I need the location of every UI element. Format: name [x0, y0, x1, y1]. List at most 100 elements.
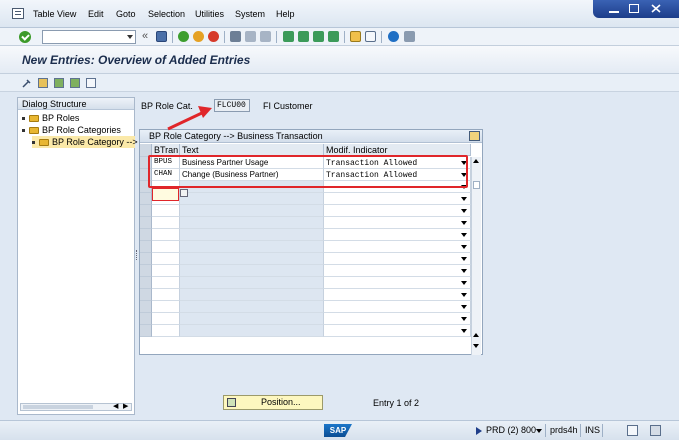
horizontal-scrollbar[interactable]: ◀ ▶	[20, 403, 132, 411]
menu-goto[interactable]: Goto	[116, 9, 136, 19]
first-page-icon[interactable]	[283, 31, 294, 42]
chevron-down-icon[interactable]	[536, 429, 542, 433]
chevron-down-icon[interactable]	[127, 35, 133, 39]
delete-icon[interactable]	[70, 78, 80, 88]
btran-cell[interactable]	[152, 205, 180, 217]
undo-change-icon[interactable]	[86, 78, 96, 88]
chevron-down-icon[interactable]	[461, 281, 467, 285]
chevron-down-icon[interactable]	[461, 293, 467, 297]
btran-cell[interactable]	[152, 253, 180, 265]
row-selector[interactable]	[140, 241, 152, 253]
row-selector[interactable]	[140, 289, 152, 301]
previous-page-icon[interactable]	[298, 31, 309, 42]
find-next-icon[interactable]	[260, 31, 271, 42]
menu-help[interactable]: Help	[276, 9, 295, 19]
row-selector[interactable]	[140, 313, 152, 325]
tree-item-bp-role-categories[interactable]: BP Role Categories	[22, 124, 121, 136]
chevron-down-icon[interactable]	[461, 305, 467, 309]
btran-cell[interactable]	[152, 325, 180, 337]
lock-icon[interactable]	[650, 425, 661, 436]
btran-cell[interactable]	[152, 301, 180, 313]
back-icon[interactable]	[178, 31, 189, 42]
tree-item-bp-role-category-selected[interactable]: BP Role Category -->	[32, 136, 138, 148]
row-selector[interactable]	[140, 325, 152, 337]
btran-cell[interactable]	[152, 229, 180, 241]
copy-as-icon[interactable]	[54, 78, 64, 88]
connection-icon[interactable]	[627, 425, 638, 436]
help-icon[interactable]	[388, 31, 399, 42]
modif-indicator-dropdown[interactable]	[324, 265, 471, 277]
enter-icon[interactable]	[19, 31, 31, 43]
menu-system[interactable]: System	[235, 9, 265, 19]
menu-utilities[interactable]: Utilities	[195, 9, 224, 19]
scroll-down-icon[interactable]	[473, 344, 479, 348]
menu-selection[interactable]: Selection	[148, 9, 185, 19]
row-selector[interactable]	[140, 253, 152, 265]
last-page-icon[interactable]	[328, 31, 339, 42]
btran-cell[interactable]	[152, 265, 180, 277]
modif-indicator-dropdown[interactable]	[324, 325, 471, 337]
table-settings-icon[interactable]	[469, 131, 480, 141]
customize-layout-icon[interactable]	[404, 31, 415, 42]
chevron-down-icon[interactable]	[461, 329, 467, 333]
vertical-scrollbar[interactable]	[471, 157, 481, 355]
shortcut-icon[interactable]	[365, 31, 376, 42]
row-selector[interactable]	[140, 193, 152, 205]
tree-item-bp-roles[interactable]: BP Roles	[22, 112, 79, 124]
minimize-icon[interactable]	[609, 4, 619, 13]
modif-indicator-dropdown[interactable]	[324, 217, 471, 229]
insert-mode[interactable]: INS	[585, 425, 600, 435]
scroll-up-icon[interactable]	[473, 159, 479, 163]
btran-cell[interactable]	[152, 289, 180, 301]
modif-indicator-dropdown[interactable]	[324, 313, 471, 325]
chevron-down-icon[interactable]	[461, 269, 467, 273]
modif-indicator-dropdown[interactable]	[324, 289, 471, 301]
menu-table-view[interactable]: Table View	[33, 9, 76, 19]
new-session-icon[interactable]	[350, 31, 361, 42]
value-help-icon[interactable]	[180, 189, 188, 197]
row-selector[interactable]	[140, 265, 152, 277]
modif-indicator-dropdown[interactable]	[324, 193, 471, 205]
btran-cell[interactable]	[152, 313, 180, 325]
exit-icon[interactable]	[193, 31, 204, 42]
scroll-up-icon[interactable]	[473, 333, 479, 337]
btran-cell[interactable]	[152, 217, 180, 229]
modif-indicator-dropdown[interactable]	[324, 253, 471, 265]
close-icon[interactable]	[651, 4, 661, 13]
command-field[interactable]	[42, 30, 136, 44]
scrollbar-thumb[interactable]	[23, 405, 93, 409]
chevron-down-icon[interactable]	[461, 209, 467, 213]
chevron-down-icon[interactable]	[461, 317, 467, 321]
chevron-down-icon[interactable]	[461, 197, 467, 201]
modif-indicator-dropdown[interactable]	[324, 301, 471, 313]
btran-cell[interactable]	[152, 241, 180, 253]
modif-indicator-dropdown[interactable]	[324, 241, 471, 253]
scroll-right-icon[interactable]: ▶	[123, 403, 128, 410]
chevron-down-icon[interactable]	[461, 245, 467, 249]
chevron-down-icon[interactable]	[461, 233, 467, 237]
next-page-icon[interactable]	[313, 31, 324, 42]
maximize-icon[interactable]	[629, 4, 639, 13]
save-icon[interactable]	[156, 31, 167, 42]
position-button[interactable]: Position...	[223, 395, 323, 410]
find-icon[interactable]	[245, 31, 256, 42]
scrollbar-thumb[interactable]	[473, 181, 480, 189]
menu-edit[interactable]: Edit	[88, 9, 104, 19]
splitter-handle[interactable]	[136, 250, 138, 260]
change-display-icon[interactable]	[22, 78, 32, 88]
row-selector[interactable]	[140, 217, 152, 229]
bp-role-cat-field[interactable]: FLCU00	[214, 99, 250, 112]
row-selector[interactable]	[140, 229, 152, 241]
chevron-down-icon[interactable]	[461, 257, 467, 261]
row-selector[interactable]	[140, 277, 152, 289]
new-entries-icon[interactable]	[38, 78, 48, 88]
new-entry-input[interactable]	[152, 188, 179, 201]
scroll-left-icon[interactable]: ◀	[113, 403, 118, 410]
row-selector[interactable]	[140, 301, 152, 313]
chevron-down-icon[interactable]	[461, 221, 467, 225]
modif-indicator-dropdown[interactable]	[324, 205, 471, 217]
print-icon[interactable]	[230, 31, 241, 42]
modif-indicator-dropdown[interactable]	[324, 277, 471, 289]
btran-cell[interactable]	[152, 277, 180, 289]
menu-icon[interactable]	[12, 8, 24, 19]
